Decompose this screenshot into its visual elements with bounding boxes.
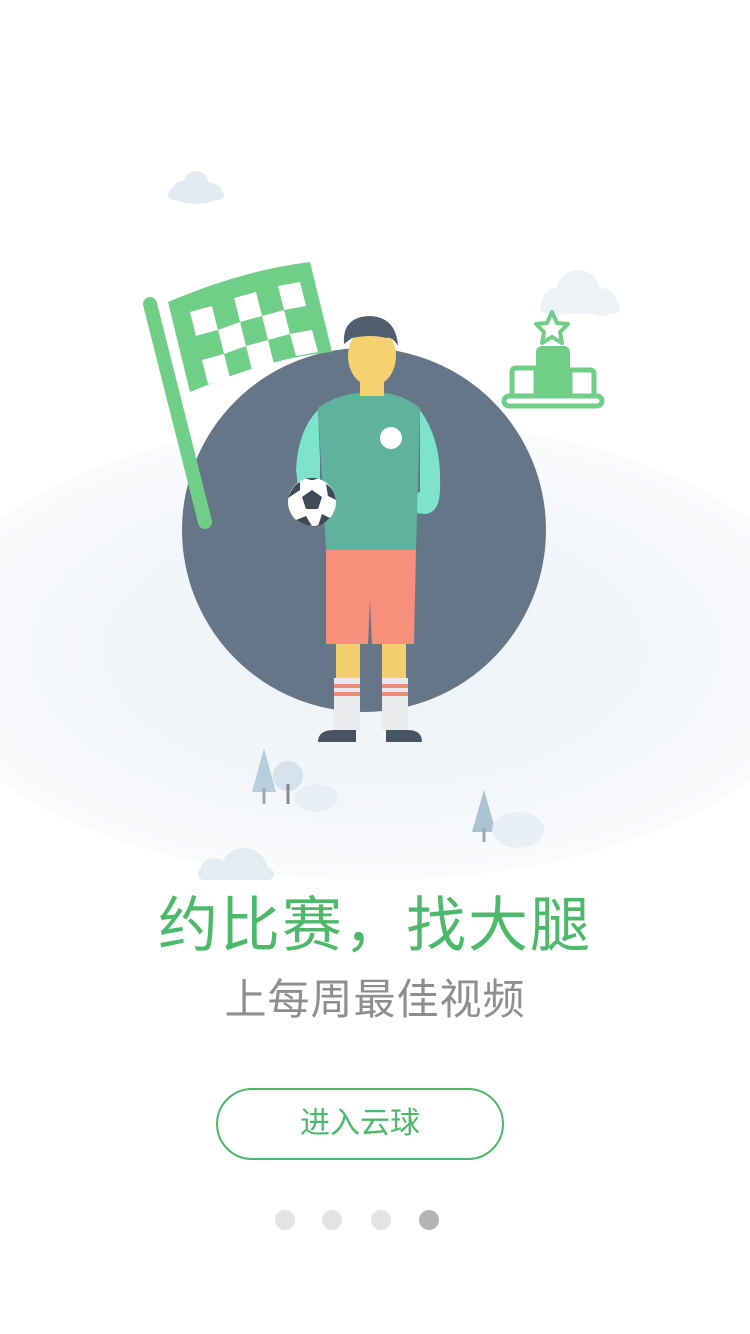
page-dot-4-active[interactable] [419, 1210, 439, 1230]
cloud-icon [540, 270, 620, 316]
onboarding-subtitle: 上每周最佳视频 [224, 975, 526, 1024]
trophy-podium-icon [501, 310, 605, 409]
page-dot-3[interactable] [371, 1210, 391, 1230]
onboarding-illustration [143, 171, 620, 880]
tree-icon [472, 790, 544, 848]
page-indicator [0, 1210, 750, 1232]
soccer-ball-icon [288, 478, 336, 526]
page-dot-1[interactable] [275, 1210, 295, 1230]
cloud-icon [168, 171, 224, 204]
enter-app-button[interactable]: 进入云球 [216, 1088, 504, 1160]
tree-icon [252, 748, 338, 812]
onboarding-screen: 约比赛，找大腿 上每周最佳视频 进入云球 [0, 0, 750, 1334]
page-dot-2[interactable] [322, 1210, 342, 1230]
cloud-icon [198, 848, 274, 880]
onboarding-headline: 约比赛，找大腿 [158, 891, 592, 961]
